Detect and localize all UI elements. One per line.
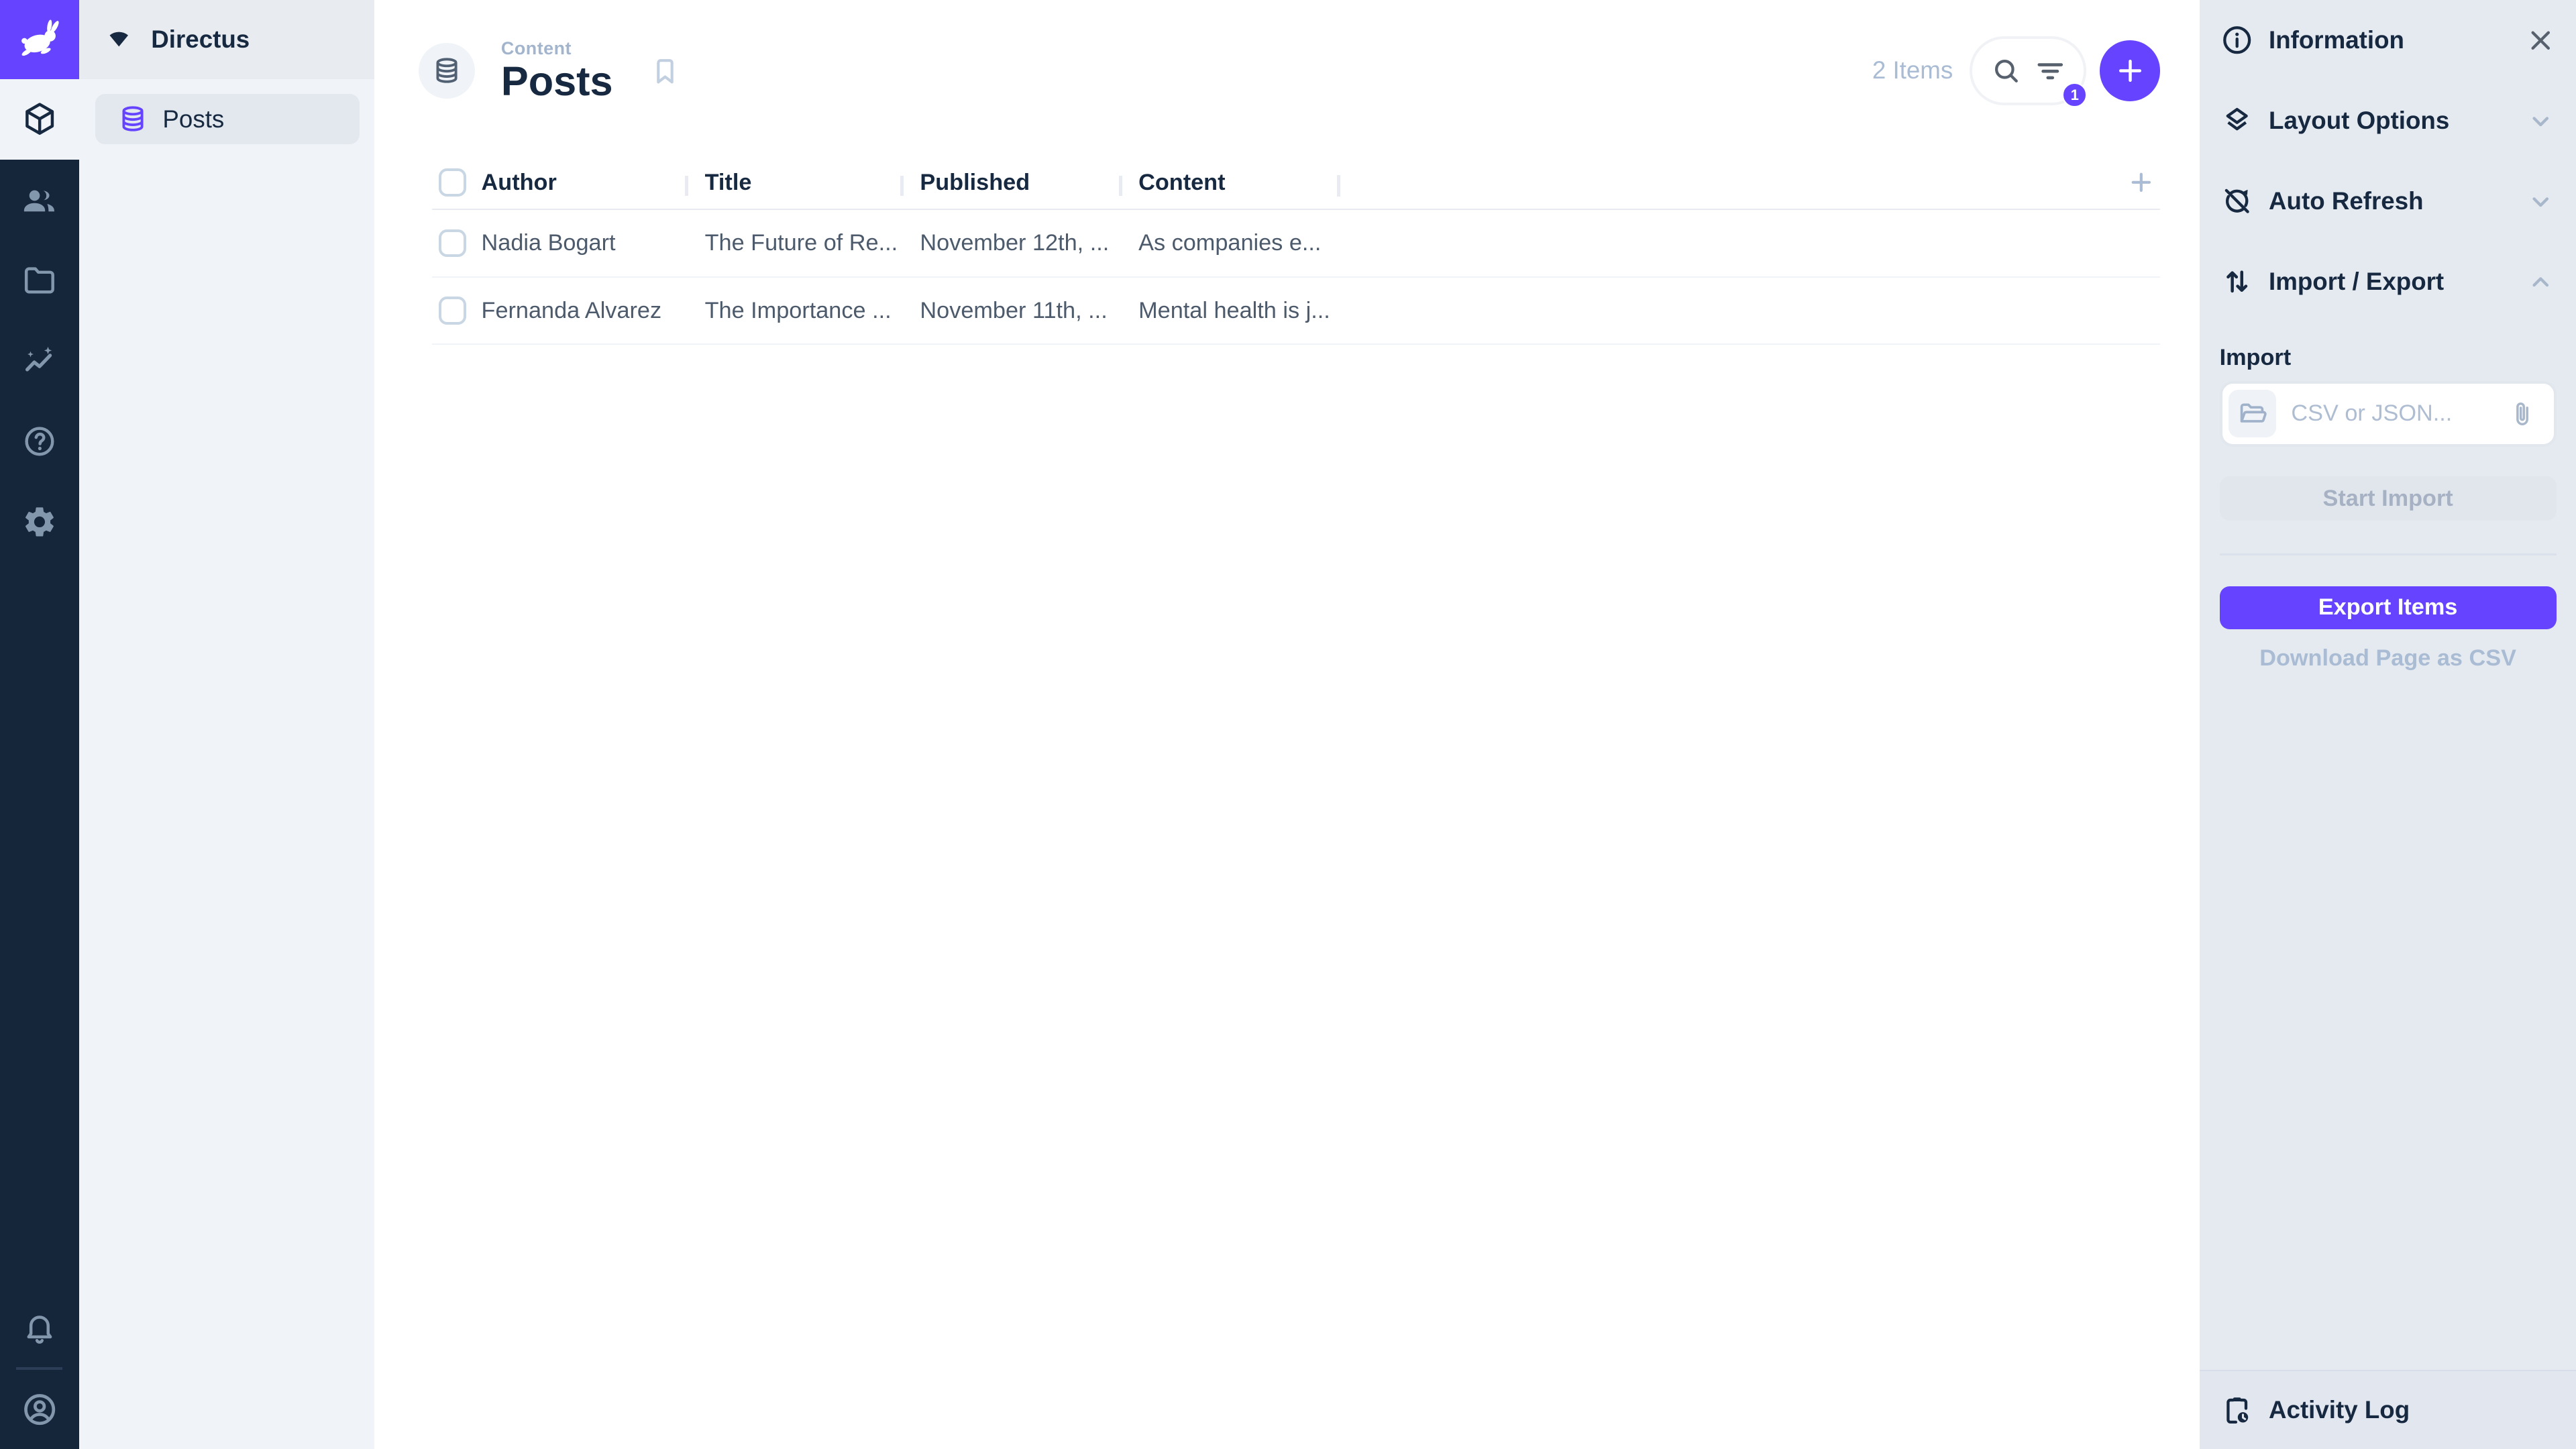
module-content[interactable] [0,79,79,160]
cell-content: Mental health is j... [1119,298,1338,324]
cell-published: November 12th, ... [900,230,1119,256]
cell-title: The Importance ... [685,298,900,324]
cell-author: Nadia Bogart [482,230,686,256]
info-sidebar: Information Layout Options [2200,0,2576,1449]
notifications-button[interactable] [0,1288,79,1367]
layers-icon [2220,103,2254,138]
select-all-checkbox[interactable] [439,168,467,197]
module-bar [0,0,79,1449]
collection-icon-button[interactable] [419,43,474,99]
main-content: Content Posts 2 Items [374,0,2200,1449]
sync-disabled-icon [2220,184,2254,218]
people-icon [19,180,59,219]
navigation-panel: Directus Posts [79,0,375,1449]
cell-author: Fernanda Alvarez [482,298,686,324]
module-help[interactable] [0,401,79,482]
filter-icon[interactable] [2035,55,2066,87]
sidebar-spacer [2200,672,2576,1370]
module-settings[interactable] [0,482,79,562]
chevron-down-icon [2525,186,2557,217]
column-header-spacer [1337,168,2160,197]
cell-title: The Future of Re... [685,230,900,256]
paperclip-icon[interactable] [2508,399,2537,429]
database-icon [432,56,462,85]
rabbit-logo-icon [15,15,64,64]
activity-log-button[interactable]: Activity Log [2200,1370,2576,1449]
sidebar-item-posts[interactable]: Posts [95,94,360,145]
cell-content: As companies e... [1119,230,1338,256]
items-count: 2 Items [1872,56,1953,85]
items-table: Author Title Published Content Nadia Bog… [432,156,2160,345]
box-icon [21,100,58,138]
project-bar[interactable]: Directus [79,0,375,79]
bell-icon [21,1309,58,1346]
module-users[interactable] [0,160,79,240]
import-export-panel: Import Start Import Export Items [2200,322,2576,672]
section-label: Import / Export [2269,268,2510,296]
module-insights[interactable] [0,321,79,401]
user-menu-button[interactable] [0,1370,79,1449]
help-circle-icon [21,423,58,460]
settings-gear-icon [21,504,58,540]
activity-log-label: Activity Log [2269,1396,2557,1424]
nav-item-label: Posts [162,105,224,133]
import-file-field[interactable] [2291,400,2493,427]
project-status-wedge-icon [103,24,135,56]
database-icon [118,104,148,133]
swap-vertical-arrows-icon [2220,264,2254,299]
search-icon[interactable] [1990,55,2022,87]
table-row[interactable]: Nadia Bogart The Future of Re... Novembe… [432,210,2160,277]
filter-count-badge: 1 [2062,83,2087,107]
panel-divider [2220,553,2557,555]
column-header-content[interactable]: Content [1119,170,1338,196]
folder-icon [21,262,58,299]
select-all-cell [432,168,481,197]
row-select-cell [432,297,481,325]
export-items-button[interactable]: Export Items [2220,586,2557,629]
table-row[interactable]: Fernanda Alvarez The Importance ... Nove… [432,278,2160,345]
project-name: Directus [151,25,250,54]
column-header-title[interactable]: Title [685,170,900,196]
column-header-author[interactable]: Author [482,170,686,196]
row-checkbox[interactable] [439,229,467,258]
start-import-button[interactable]: Start Import [2220,476,2557,521]
breadcrumb: Content [501,38,613,59]
module-files[interactable] [0,240,79,321]
insights-icon [21,343,58,379]
section-label: Layout Options [2269,107,2510,135]
chevron-down-icon [2525,105,2557,137]
sidebar-section-information[interactable]: Information [2200,0,2576,80]
user-circle-icon [21,1391,58,1428]
import-heading: Import [2220,345,2557,371]
section-label: Auto Refresh [2269,187,2510,215]
bookmark-icon[interactable] [649,54,682,87]
import-file-input[interactable] [2220,381,2557,447]
clipboard-clock-icon [2220,1393,2254,1428]
add-column-icon[interactable] [2127,168,2155,197]
title-block: Content Posts [501,38,613,103]
search-filter-pill: 1 [1970,36,2086,105]
page-title: Posts [501,59,613,103]
table-header-row: Author Title Published Content [432,156,2160,211]
cell-published: November 11th, ... [900,298,1119,324]
add-item-button[interactable] [2100,40,2161,101]
directus-logo[interactable] [0,0,79,79]
sidebar-section-auto-refresh[interactable]: Auto Refresh [2200,161,2576,241]
sidebar-section-layout-options[interactable]: Layout Options [2200,80,2576,161]
page-header: Content Posts 2 Items [419,38,2160,103]
close-icon[interactable] [2525,25,2557,56]
sidebar-title: Information [2269,26,2510,54]
sidebar-section-import-export[interactable]: Import / Export [2200,241,2576,322]
chevron-up-icon [2525,266,2557,298]
directus-app: Directus Posts [0,0,2576,1449]
info-circle-icon [2220,23,2254,57]
row-select-cell [432,229,481,258]
plus-icon [2114,54,2147,87]
folder-open-icon[interactable] [2229,390,2276,437]
column-header-published[interactable]: Published [900,170,1119,196]
download-csv-link[interactable]: Download Page as CSV [2220,645,2557,672]
row-checkbox[interactable] [439,297,467,325]
